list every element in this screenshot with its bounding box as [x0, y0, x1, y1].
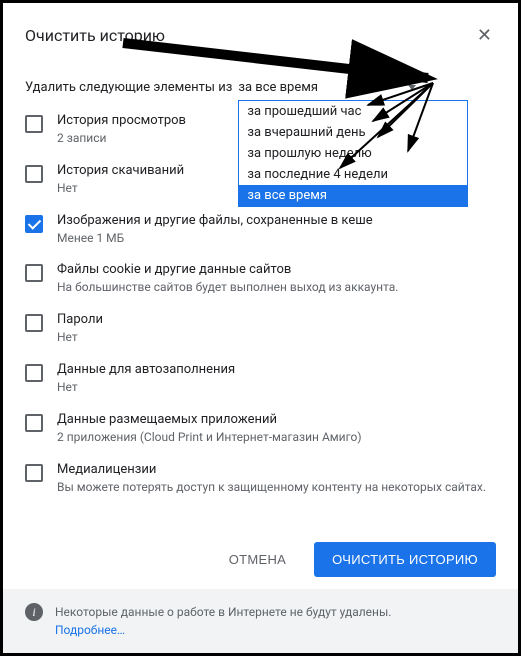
- learn-more-link[interactable]: Подробнее…: [55, 623, 125, 637]
- dropdown-option[interactable]: за прошлую неделю: [239, 143, 467, 164]
- checkbox-download-history[interactable]: [25, 165, 43, 183]
- item-title: Данные для автозаполнения: [57, 362, 496, 377]
- item-desc: Нет: [57, 329, 496, 346]
- chevron-down-icon: [408, 85, 416, 90]
- footer-notice: i Некоторые данные о работе в Интернете …: [3, 589, 518, 653]
- cancel-button[interactable]: ОТМЕНА: [211, 542, 304, 577]
- item-title: Файлы cookie и другие данные сайтов: [57, 262, 496, 277]
- item-title: Пароли: [57, 312, 496, 327]
- item-desc: Нет: [57, 379, 496, 396]
- checkbox-passwords[interactable]: [25, 314, 43, 332]
- list-item: Пароли Нет: [25, 304, 496, 354]
- dialog-title: Очистить историю: [25, 26, 165, 45]
- dropdown-selected: за все время: [238, 80, 318, 95]
- checkbox-browsing-history[interactable]: [25, 115, 43, 133]
- item-desc: Менее 1 МБ: [57, 230, 496, 247]
- dropdown-option[interactable]: за прошедший час: [239, 101, 467, 122]
- dropdown-option[interactable]: за вчерашний день: [239, 122, 467, 143]
- list-item: Данные для автозаполнения Нет: [25, 354, 496, 404]
- clear-history-dialog: Очистить историю ✕ Удалить следующие эле…: [3, 3, 518, 653]
- item-title: Медиалицензии: [57, 462, 496, 477]
- list-item: Изображения и другие файлы, сохраненные …: [25, 205, 496, 255]
- item-desc: На большинстве сайтов будет выполнен вых…: [57, 279, 496, 296]
- checkbox-media-licenses[interactable]: [25, 464, 43, 482]
- list-item: Файлы cookie и другие данные сайтов На б…: [25, 254, 496, 304]
- dropdown-option[interactable]: за все время: [239, 185, 467, 206]
- item-title: Изображения и другие файлы, сохраненные …: [57, 213, 496, 228]
- dropdown-option[interactable]: за последние 4 недели: [239, 164, 467, 185]
- item-title: Данные размещаемых приложений: [57, 412, 496, 427]
- checkbox-cached-files[interactable]: [25, 215, 43, 233]
- list-item: Данные размещаемых приложений 2 приложен…: [25, 404, 496, 454]
- checkbox-cookies[interactable]: [25, 264, 43, 282]
- item-desc: 2 приложения (Cloud Print и Интернет-маг…: [57, 429, 496, 446]
- info-icon: i: [25, 603, 43, 621]
- dropdown-list: за прошедший час за вчерашний день за пр…: [238, 100, 468, 207]
- checkbox-autofill[interactable]: [25, 364, 43, 382]
- close-icon[interactable]: ✕: [473, 21, 496, 50]
- footer-text: Некоторые данные о работе в Интернете не…: [55, 605, 391, 619]
- delete-from-label: Удалить следующие элементы из: [25, 80, 232, 95]
- time-range-dropdown[interactable]: за все время за прошедший час за вчерашн…: [238, 78, 496, 97]
- item-desc: Вы можете потерять доступ к защищенному …: [57, 479, 496, 496]
- clear-history-button[interactable]: ОЧИСТИТЬ ИСТОРИЮ: [314, 542, 496, 577]
- checkbox-hosted-apps[interactable]: [25, 414, 43, 432]
- list-item: Медиалицензии Вы можете потерять доступ …: [25, 454, 496, 504]
